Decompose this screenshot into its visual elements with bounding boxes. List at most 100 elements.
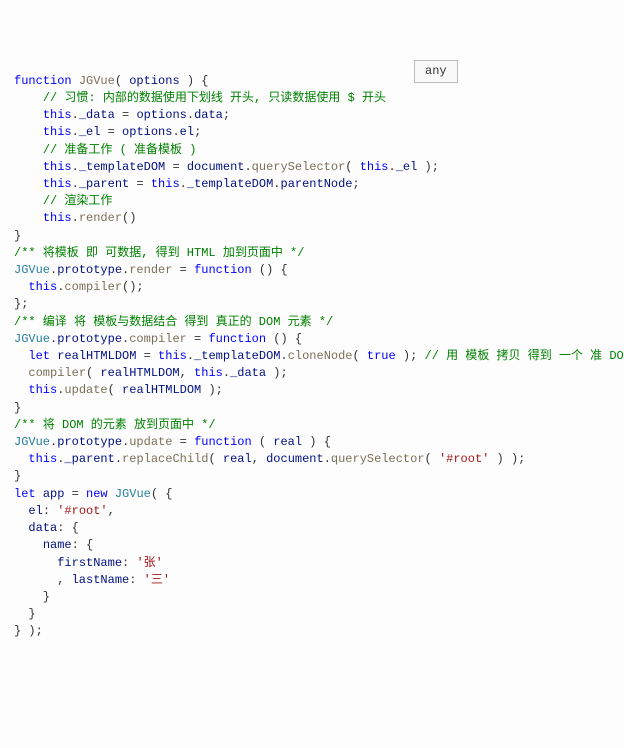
code-block: function JGVue( options ) { // 习惯: 内部的数据…: [14, 73, 624, 641]
token-kw: this: [28, 280, 57, 294]
token-kw: let: [28, 349, 50, 363]
code-line: } );: [14, 623, 624, 640]
token-punc: :: [43, 504, 57, 518]
token-var: JGVue: [14, 263, 50, 277]
token-punc: : {: [57, 521, 79, 535]
token-punc: (): [122, 211, 136, 225]
token-prop: options: [129, 74, 179, 88]
token-punc: .: [324, 452, 331, 466]
token-prop: document: [187, 160, 245, 174]
token-fn: querySelector: [331, 452, 425, 466]
token-prop: prototype: [57, 263, 122, 277]
token-punc: ;: [223, 108, 230, 122]
token-kw: this: [43, 125, 72, 139]
token-punc: };: [14, 297, 28, 311]
token-kw: let: [14, 487, 36, 501]
token-str: '#root': [57, 504, 107, 518]
token-prop: el: [180, 125, 194, 139]
code-line: , lastName: '三': [14, 572, 624, 589]
token-str: '三': [144, 573, 170, 587]
code-line: this._parent.replaceChild( real, documen…: [14, 451, 624, 468]
token-punc: }: [14, 590, 50, 604]
token-punc: ( {: [151, 487, 173, 501]
code-line: }: [14, 606, 624, 623]
code-line: this.update( realHTMLDOM );: [14, 382, 624, 399]
code-line: this._templateDOM = document.querySelect…: [14, 159, 624, 176]
token-prop: prototype: [57, 332, 122, 346]
token-punc: (: [353, 349, 367, 363]
token-punc: =: [187, 332, 209, 346]
token-punc: [14, 125, 43, 139]
token-punc: [14, 194, 43, 208]
code-line: firstName: '张': [14, 555, 624, 572]
token-fn: cloneNode: [288, 349, 353, 363]
code-line: // 准备工作 ( 准备模板 ): [14, 142, 624, 159]
token-punc: } );: [14, 624, 43, 638]
token-kw: this: [43, 160, 72, 174]
token-prop: document: [266, 452, 324, 466]
token-kw: new: [86, 487, 108, 501]
code-line: }: [14, 228, 624, 245]
token-punc: }: [14, 607, 36, 621]
token-punc: =: [129, 177, 151, 191]
token-prop: _templateDOM: [79, 160, 165, 174]
token-punc: .: [223, 366, 230, 380]
token-prop: options: [136, 108, 186, 122]
token-punc: .: [187, 349, 194, 363]
code-line: this._parent = this._templateDOM.parentN…: [14, 176, 624, 193]
code-line: /** 将模板 即 可数据, 得到 HTML 加到页面中 */: [14, 245, 624, 262]
token-prop: name: [43, 538, 72, 552]
token-prop: _el: [79, 125, 101, 139]
token-prop: realHTMLDOM: [122, 383, 201, 397]
token-punc: .: [72, 211, 79, 225]
token-punc: ,: [14, 573, 72, 587]
token-punc: =: [172, 435, 194, 449]
code-line: }: [14, 400, 624, 417]
token-punc: .: [115, 452, 122, 466]
token-punc: [14, 521, 28, 535]
token-prop: firstName: [57, 556, 122, 570]
token-cmt: // 用 模板 拷贝 得到 一个 准 DOM: [425, 349, 624, 363]
token-fn: render: [79, 211, 122, 225]
token-punc: (: [115, 74, 129, 88]
code-line: }: [14, 468, 624, 485]
token-punc: [14, 91, 43, 105]
token-punc: [14, 108, 43, 122]
token-punc: [36, 487, 43, 501]
token-var: JGVue: [14, 332, 50, 346]
code-line: name: {: [14, 537, 624, 554]
token-punc: .: [273, 177, 280, 191]
token-prop: options: [122, 125, 172, 139]
token-punc: ,: [108, 504, 115, 518]
token-punc: );: [266, 366, 288, 380]
token-fn: compiler: [28, 366, 86, 380]
token-punc: [14, 383, 28, 397]
token-kw: this: [43, 108, 72, 122]
token-prop: app: [43, 487, 65, 501]
token-punc: ;: [353, 177, 360, 191]
token-kw: function: [208, 332, 266, 346]
code-line: this._el = options.el;: [14, 124, 624, 141]
token-punc: );: [201, 383, 223, 397]
token-fn: render: [129, 263, 172, 277]
token-kw: function: [194, 263, 252, 277]
token-prop: realHTMLDOM: [57, 349, 136, 363]
token-punc: (: [208, 452, 222, 466]
code-line: }: [14, 589, 624, 606]
token-str: '#root': [439, 452, 489, 466]
token-kw: this: [43, 177, 72, 191]
token-punc: :: [129, 573, 143, 587]
code-line: this.compiler();: [14, 279, 624, 296]
code-line: JGVue.prototype.compiler = function () {: [14, 331, 624, 348]
code-line: /** 编译 将 模板与数据结合 得到 真正的 DOM 元素 */: [14, 314, 624, 331]
code-line: function JGVue( options ) {: [14, 73, 624, 90]
token-punc: [14, 452, 28, 466]
code-line: };: [14, 296, 624, 313]
token-punc: =: [165, 160, 187, 174]
token-punc: ;: [194, 125, 201, 139]
type-tooltip: any: [414, 60, 458, 83]
token-punc: .: [280, 349, 287, 363]
token-punc: .: [180, 177, 187, 191]
token-fn: querySelector: [252, 160, 346, 174]
token-punc: }: [14, 229, 21, 243]
